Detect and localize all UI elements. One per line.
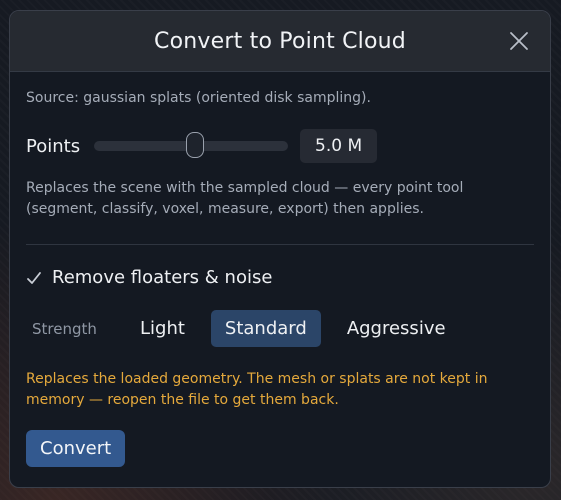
points-label: Points [26, 135, 81, 157]
checkmark-icon[interactable] [26, 270, 42, 286]
dialog-body: Source: gaussian splats (oriented disk s… [10, 90, 550, 467]
strength-option-aggressive[interactable]: Aggressive [333, 310, 460, 347]
dialog-title: Convert to Point Cloud [154, 28, 406, 54]
points-value[interactable]: 5.0 M [300, 129, 378, 163]
strength-label: Strength [32, 319, 97, 338]
warning-text: Replaces the loaded geometry. The mesh o… [26, 371, 488, 408]
remove-floaters-label: Remove floaters & noise [52, 267, 273, 288]
close-icon[interactable] [508, 30, 530, 52]
points-slider[interactable] [94, 128, 288, 164]
convert-button[interactable]: Convert [26, 430, 126, 467]
dialog-header: Convert to Point Cloud [10, 11, 550, 72]
strength-option-standard[interactable]: Standard [210, 310, 321, 347]
points-description: Replaces the scene with the sampled clou… [26, 180, 464, 217]
convert-dialog: Convert to Point Cloud Source: gaussian … [9, 10, 551, 488]
points-row: Points 5.0 M [26, 128, 534, 164]
divider [26, 244, 534, 245]
strength-option-light[interactable]: Light [126, 310, 199, 347]
slider-thumb[interactable] [185, 132, 204, 158]
source-text: Source: gaussian splats (oriented disk s… [26, 90, 371, 106]
strength-row: Strength Light Standard Aggressive [32, 310, 534, 347]
remove-floaters-checkbox[interactable]: Remove floaters & noise [26, 267, 534, 288]
